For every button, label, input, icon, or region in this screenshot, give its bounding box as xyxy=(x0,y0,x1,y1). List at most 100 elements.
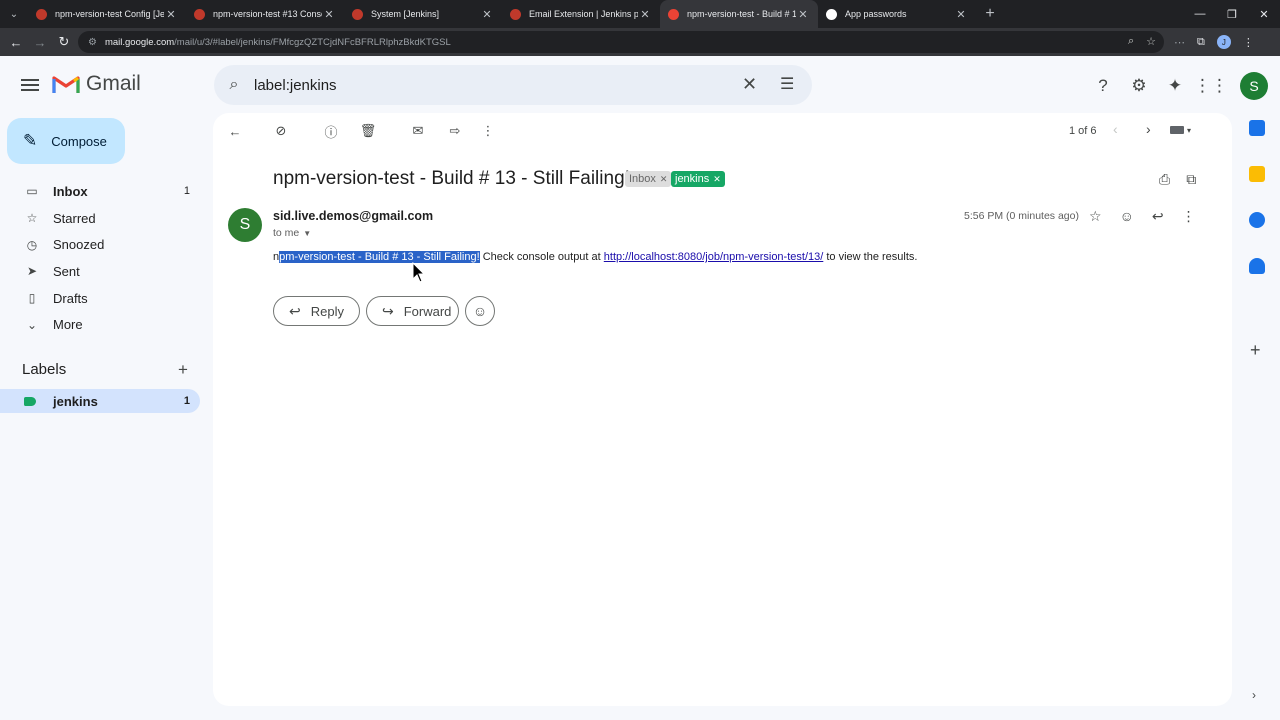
minimize-icon[interactable]: — xyxy=(1184,8,1216,21)
reply-label: Reply xyxy=(310,303,344,319)
tasks-icon[interactable] xyxy=(1249,212,1265,228)
caret-down-icon[interactable]: ▼ xyxy=(303,229,311,238)
close-tab-icon[interactable]: ✕ xyxy=(638,8,652,21)
new-tab-button[interactable]: + xyxy=(976,5,1004,23)
create-label-icon[interactable]: + xyxy=(178,360,188,380)
gmail-logo[interactable]: Gmail xyxy=(52,72,141,96)
compose-button[interactable]: ✎ Compose xyxy=(7,118,125,164)
reply-button[interactable]: ↩ Reply xyxy=(273,296,360,326)
tab-search-icon[interactable]: ⌄ xyxy=(0,0,28,28)
extensions-icon[interactable]: ⧉ xyxy=(1197,36,1205,49)
delete-icon[interactable]: 🗑 xyxy=(358,121,378,141)
input-tools-icon[interactable]: ▾ xyxy=(1170,125,1198,135)
tab-title: npm-version-test - Build # 13 - xyxy=(687,9,796,19)
reload-icon[interactable]: ↻ xyxy=(52,34,76,50)
gmail-wordmark: Gmail xyxy=(86,72,141,95)
more-actions-icon[interactable]: ⋮ xyxy=(478,121,498,141)
sidebar-item-starred[interactable]: ☆ Starred xyxy=(0,205,200,232)
sidebar-item-sent[interactable]: ➤ Sent xyxy=(0,258,200,285)
move-to-icon[interactable]: ⇨ xyxy=(445,121,465,141)
browser-tab[interactable]: System [Jenkins] ✕ xyxy=(344,0,502,28)
more-options-icon[interactable]: ⋮ xyxy=(1182,208,1196,225)
close-tab-icon[interactable]: ✕ xyxy=(322,8,336,21)
help-icon[interactable]: ? xyxy=(1092,75,1114,97)
mark-unread-icon[interactable]: ✉ xyxy=(408,121,428,141)
unread-count: 1 xyxy=(183,185,190,198)
print-icon[interactable]: ⎙ xyxy=(1159,171,1170,188)
sidebar-item-more[interactable]: ⌄ More xyxy=(0,311,200,338)
header-actions: ? ⚙ ✦ ⋮⋮ S xyxy=(1092,72,1268,100)
tab-favicon-icon xyxy=(510,8,521,20)
site-info-icon[interactable]: ⚙ xyxy=(88,37,97,48)
archive-icon[interactable]: ⊘ xyxy=(271,121,291,141)
remove-label-icon[interactable]: ✕ xyxy=(660,174,668,185)
sender-avatar[interactable]: S xyxy=(228,208,262,242)
emoji-reaction-icon[interactable]: ☺ xyxy=(1120,208,1134,225)
remove-label-icon[interactable]: ✕ xyxy=(713,174,721,185)
star-icon[interactable]: ☆ xyxy=(1089,208,1102,225)
account-avatar[interactable]: S xyxy=(1240,72,1268,100)
label-count: 1 xyxy=(183,395,190,407)
tab-title: npm-version-test Config [Jenki xyxy=(55,9,164,19)
newer-icon[interactable]: › xyxy=(1146,121,1151,137)
bookmark-star-icon[interactable]: ☆ xyxy=(1146,35,1156,48)
pager-text: 1 of 6 xyxy=(1069,125,1097,137)
tab-favicon-icon xyxy=(36,8,47,20)
search-input[interactable] xyxy=(254,76,734,94)
sender-email[interactable]: sid.live.demos@gmail.com xyxy=(273,209,433,223)
tab-favicon-icon xyxy=(826,8,837,20)
browser-tab[interactable]: npm-version-test #13 Console ✕ xyxy=(186,0,344,28)
search-icon[interactable]: ⌕ xyxy=(214,76,254,94)
back-icon[interactable]: ← xyxy=(4,35,28,50)
inbox-icon: ▭ xyxy=(26,184,38,199)
close-tab-icon[interactable]: ✕ xyxy=(796,8,810,21)
apps-grid-icon[interactable]: ⋮⋮ xyxy=(1194,75,1228,97)
older-icon[interactable]: ‹ xyxy=(1113,121,1118,137)
open-new-window-icon[interactable]: ⧉ xyxy=(1186,171,1196,188)
chip-inbox-label: Inbox xyxy=(629,173,656,185)
browser-tab[interactable]: npm-version-test - Build # 13 - ✕ xyxy=(660,0,818,28)
body-suffix: to view the results. xyxy=(823,251,918,263)
report-spam-icon[interactable]: ⓘ xyxy=(321,121,341,141)
back-to-list-icon[interactable]: ← xyxy=(225,121,245,141)
sidebar-item-drafts[interactable]: ▯ Drafts xyxy=(0,285,200,312)
reply-icon[interactable]: ↩ xyxy=(1152,208,1164,225)
zoom-icon[interactable]: ⌕ xyxy=(1128,35,1134,48)
show-side-panel-icon[interactable]: › xyxy=(1252,688,1256,702)
tab-title: npm-version-test #13 Console xyxy=(213,9,322,19)
close-tab-icon[interactable]: ✕ xyxy=(480,8,494,21)
tab-title: Email Extension | Jenkins plugin xyxy=(529,9,638,19)
sidebar-item-label: Inbox xyxy=(53,183,88,199)
tab-title: System [Jenkins] xyxy=(371,9,440,19)
settings-gear-icon[interactable]: ⚙ xyxy=(1128,75,1150,97)
search-options-icon[interactable]: ☰ xyxy=(780,74,794,94)
url-field[interactable]: ⚙ mail.google.com/mail/u/3/#label/jenkin… xyxy=(78,31,1164,53)
body-selected-text: pm-version-test - Build # 13 - Still Fai… xyxy=(279,251,480,263)
gemini-sparkle-icon[interactable]: ✦ xyxy=(1164,75,1186,97)
profile-avatar[interactable]: J xyxy=(1216,35,1231,49)
keep-icon[interactable] xyxy=(1249,166,1265,182)
emoji-react-button[interactable]: ☺ xyxy=(465,296,495,326)
main-menu-icon[interactable] xyxy=(18,74,42,96)
sidebar-item-inbox[interactable]: ▭ Inbox 1 xyxy=(0,178,200,205)
chrome-menu-icon[interactable]: ⋮ xyxy=(1243,36,1254,49)
clear-search-icon[interactable]: ✕ xyxy=(742,74,757,95)
recipient-details[interactable]: to me ▼ xyxy=(273,227,311,239)
window-controls: — ❐ ✕ xyxy=(1184,8,1280,21)
browser-tab[interactable]: App passwords ✕ xyxy=(818,0,976,28)
sidebar-nav: ▭ Inbox 1 ☆ Starred ◷ Snoozed ➤ Sent ▯ Drafts ⌄ More xyxy=(0,178,200,338)
forward-icon[interactable]: → xyxy=(28,35,52,50)
sidebar-item-snoozed[interactable]: ◷ Snoozed xyxy=(0,231,200,258)
close-tab-icon[interactable]: ✕ xyxy=(954,8,968,21)
sidebar-label-jenkins[interactable]: jenkins 1 xyxy=(0,389,200,413)
close-window-icon[interactable]: ✕ xyxy=(1248,8,1280,21)
calendar-icon[interactable] xyxy=(1249,120,1265,136)
forward-button[interactable]: ↪ Forward xyxy=(366,296,459,326)
get-addons-icon[interactable]: + xyxy=(1250,340,1261,361)
contacts-icon[interactable] xyxy=(1249,258,1265,274)
console-output-link[interactable]: http://localhost:8080/job/npm-version-te… xyxy=(604,251,824,263)
close-tab-icon[interactable]: ✕ xyxy=(164,8,178,21)
restore-icon[interactable]: ❐ xyxy=(1216,8,1248,21)
browser-tab[interactable]: npm-version-test Config [Jenki✕ xyxy=(28,0,186,28)
browser-tab[interactable]: Email Extension | Jenkins plugin✕ xyxy=(502,0,660,28)
